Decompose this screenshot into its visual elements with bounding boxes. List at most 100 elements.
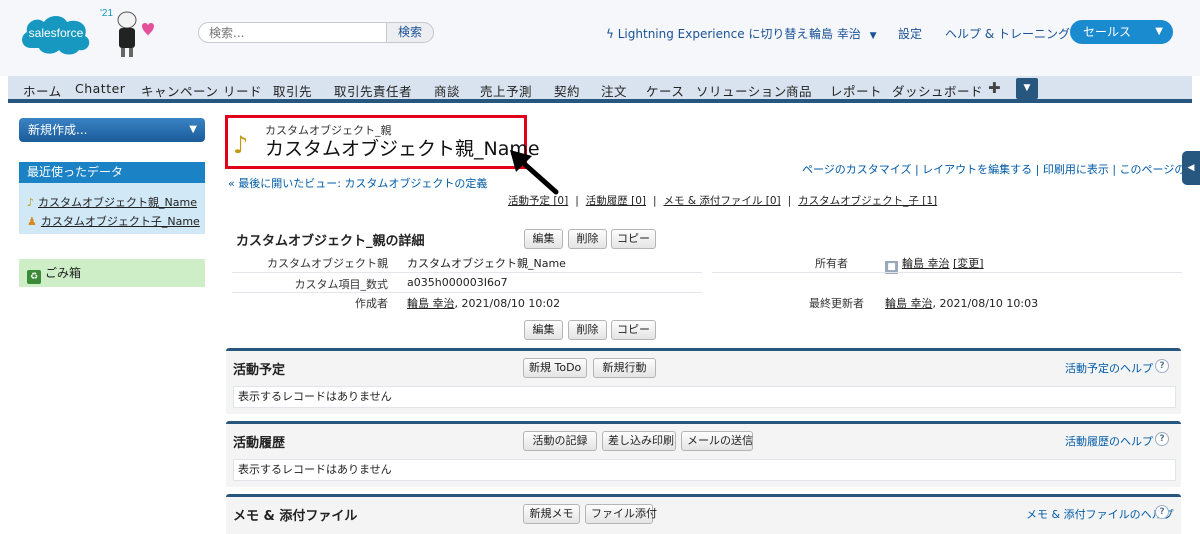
delete-button[interactable]: 削除 <box>568 229 607 249</box>
recent-item-label: カスタムオブジェクト子_Name <box>40 215 200 228</box>
app-name: セールス <box>1083 25 1132 39</box>
tab-cases[interactable]: ケース <box>646 81 684 100</box>
activity-history-section: 活動履歴 活動の記録 差し込み印刷 メールの送信 活動履歴のヘルプ ? 表示する… <box>226 421 1181 487</box>
related-link-child[interactable]: カスタムオブジェクト_子 [1] <box>798 195 937 207</box>
help-icon[interactable]: ? <box>1155 505 1169 519</box>
last-view-link[interactable]: « 最後に開いたビュー: カスタムオブジェクトの定義 <box>228 175 487 191</box>
page-links[interactable]: ページのカスタマイズ | レイアウトを編集する | 印刷用に表示 | このページ… <box>802 161 1200 180</box>
attach-file-button[interactable]: ファイル添付 <box>585 504 657 524</box>
edit-button[interactable]: 編集 <box>524 320 563 340</box>
recycle-bin-link[interactable]: ♻ ごみ箱 <box>19 259 205 287</box>
recent-items-title: 最近使ったデータ <box>19 162 205 183</box>
more-tabs-button[interactable]: ▼ <box>1016 78 1038 99</box>
recent-item[interactable]: ♪ カスタムオブジェクト親_Name <box>27 194 197 210</box>
separator: | <box>652 195 657 207</box>
sidebar-toggle-handle[interactable]: ◀ <box>1182 151 1200 185</box>
field-label-modified: 最終更新者 <box>809 297 864 310</box>
chevron-down-icon: ▼ <box>189 124 197 135</box>
help-training-link[interactable]: ヘルプ & トレーニング <box>945 25 1070 42</box>
section-help-link[interactable]: 活動履歴のヘルプ <box>1065 433 1153 449</box>
field-label-name: カスタムオブジェクト親 <box>267 257 388 270</box>
field-value-formula: a035h000003I6o7 <box>407 276 508 289</box>
recent-items-panel: 最近使ったデータ ♪ カスタムオブジェクト親_Name ♟ カスタムオブジェクト子_… <box>19 162 205 234</box>
modified-date: , 2021/08/10 10:03 <box>932 297 1039 310</box>
tab-products[interactable]: 商品 <box>786 81 812 100</box>
user-menu[interactable]: 輪島 幸治 ▼ <box>809 25 877 42</box>
detail-section-title: カスタムオブジェクト_親の詳細 <box>236 234 425 249</box>
page-links-label: ページのカスタマイズ | レイアウトを編集する | 印刷用に表示 | このページ… <box>802 163 1200 176</box>
switch-lightning-label: Lightning Experience に切り替え <box>617 27 809 41</box>
search-input[interactable] <box>198 22 388 43</box>
record-name: カスタムオブジェクト親_Name <box>265 138 540 160</box>
record-title-highlight: ♪ カスタムオブジェクト_親 カスタムオブジェクト親_Name <box>225 115 540 169</box>
recycle-bin-label: ごみ箱 <box>45 266 82 280</box>
divider <box>232 292 702 293</box>
empty-records-message: 表示するレコードはありません <box>233 459 1176 481</box>
switch-lightning-link[interactable]: ϟ Lightning Experience に切り替え <box>606 25 808 42</box>
tab-leads[interactable]: リード <box>223 81 262 100</box>
object-icon: ♟ <box>27 215 37 228</box>
recent-item-label: カスタムオブジェクト親_Name <box>38 196 197 209</box>
created-by-link[interactable]: 輪島 幸治 <box>407 297 455 310</box>
create-new-dropdown[interactable]: 新規作成... ▼ <box>19 118 205 142</box>
related-link-activities[interactable]: 活動予定 [0] <box>508 195 568 207</box>
field-value-created: 輪島 幸治, 2021/08/10 10:02 <box>407 295 560 311</box>
change-owner-link[interactable]: [変更] <box>953 257 984 270</box>
section-help-link[interactable]: メモ & 添付ファイルのヘルプ <box>1026 506 1174 522</box>
related-list-links: 活動予定 [0] | 活動履歴 [0] | メモ & 添付ファイル [0] | カスタムオブ… <box>508 193 937 208</box>
new-todo-button[interactable]: 新規 ToDo <box>523 358 587 378</box>
copy-button[interactable]: コピー <box>611 320 656 340</box>
section-title: 活動履歴 <box>233 436 286 451</box>
field-label-created: 作成者 <box>355 297 388 310</box>
tab-contracts[interactable]: 契約 <box>554 81 580 100</box>
section-help-link[interactable]: 活動予定のヘルプ <box>1065 360 1153 376</box>
section-title: 活動予定 <box>233 363 286 378</box>
tab-contacts[interactable]: 取引先責任者 <box>334 81 412 100</box>
tab-forecasts[interactable]: 売上予測 <box>480 81 532 100</box>
annotation-arrow <box>510 150 559 195</box>
saxophone-icon: ♪ <box>233 131 249 159</box>
tab-orders[interactable]: 注文 <box>601 81 627 100</box>
tab-opportunities[interactable]: 商談 <box>434 81 460 100</box>
plus-icon[interactable]: ✚ <box>988 79 1001 97</box>
tab-campaigns[interactable]: キャンペーン <box>141 81 218 100</box>
tab-reports[interactable]: レポート <box>830 81 882 100</box>
edit-button[interactable]: 編集 <box>524 229 563 249</box>
section-title: メモ & 添付ファイル <box>233 509 358 524</box>
copy-button[interactable]: コピー <box>611 229 656 249</box>
separator: | <box>575 195 579 207</box>
modified-by-link[interactable]: 輪島 幸治 <box>885 297 933 310</box>
tab-dashboards[interactable]: ダッシュボード <box>892 81 983 100</box>
create-new-label: 新規作成... <box>28 123 88 137</box>
separator: | <box>787 195 792 207</box>
chevron-down-icon: ▼ <box>869 31 877 41</box>
field-label-formula: カスタム項目_数式 <box>294 278 389 291</box>
delete-button[interactable]: 削除 <box>568 320 607 340</box>
field-value-modified: 輪島 幸治, 2021/08/10 10:03 <box>885 295 1038 311</box>
recent-item[interactable]: ♟ カスタムオブジェクト子_Name <box>27 213 200 229</box>
log-activity-button[interactable]: 活動の記録 <box>523 431 597 451</box>
mail-merge-button[interactable]: 差し込み印刷 <box>602 431 676 451</box>
new-note-button[interactable]: 新規メモ <box>523 504 580 524</box>
owner-link[interactable]: 輪島 幸治 <box>902 257 950 270</box>
tab-home[interactable]: ホーム <box>23 81 62 100</box>
notes-attachments-section: メモ & 添付ファイル 新規メモ ファイル添付 メモ & 添付ファイルのヘルプ … <box>226 494 1181 534</box>
chevron-down-icon: ▼ <box>1155 26 1163 37</box>
lightning-bolt-icon: ϟ <box>606 27 614 41</box>
setup-link[interactable]: 設定 <box>898 25 922 42</box>
svg-text:'21: '21 <box>100 8 113 19</box>
tab-solutions[interactable]: ソリューション <box>696 81 787 100</box>
related-link-history[interactable]: 活動履歴 [0] <box>586 195 646 207</box>
related-link-notes[interactable]: メモ & 添付ファイル [0] <box>664 195 781 207</box>
help-icon[interactable]: ? <box>1155 432 1169 446</box>
help-icon[interactable]: ? <box>1155 359 1169 373</box>
saxophone-icon: ♪ <box>27 196 35 209</box>
new-event-button[interactable]: 新規行動 <box>593 358 656 378</box>
salesforce-logo[interactable]: salesforce <box>17 10 95 56</box>
search-button[interactable]: 検索 <box>386 22 434 43</box>
svg-text:salesforce: salesforce <box>29 26 84 40</box>
tab-chatter[interactable]: Chatter <box>75 81 125 96</box>
tab-accounts[interactable]: 取引先 <box>273 81 312 100</box>
send-email-button[interactable]: メールの送信 <box>681 431 753 451</box>
app-switcher[interactable]: セールス ▼ <box>1070 20 1173 44</box>
